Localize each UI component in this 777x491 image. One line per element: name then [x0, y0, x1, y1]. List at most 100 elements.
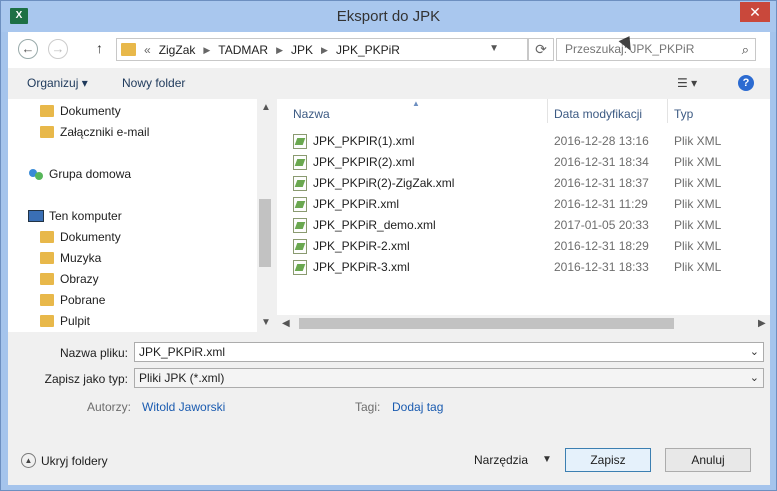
filename-value[interactable]: JPK_PKPiR.xml — [139, 345, 225, 359]
forward-button[interactable]: → — [48, 39, 68, 59]
tree-item-label: Grupa domowa — [49, 167, 132, 181]
file-type: Plik XML — [674, 134, 722, 148]
tree-item-dokumenty-pc[interactable]: Dokumenty — [40, 227, 121, 247]
breadcrumb-zigzak[interactable]: ZigZak — [153, 43, 202, 57]
navigation-pane: Dokumenty Załączniki e-mail Grupa domowa… — [8, 99, 273, 332]
breadcrumb-jpk[interactable]: JPK — [285, 43, 319, 57]
chevron-right-icon[interactable]: ▶ — [274, 43, 285, 57]
tools-button[interactable]: Narzędzia — [474, 453, 528, 467]
filename-label: Nazwa pliku: — [59, 346, 128, 360]
file-name: JPK_PKPiR-3.xml — [313, 260, 410, 274]
file-type: Plik XML — [674, 155, 722, 169]
authors-label: Autorzy: — [87, 400, 132, 414]
breadcrumb-jpk-pkpir[interactable]: JPK_PKPiR — [330, 43, 406, 57]
help-icon[interactable]: ? — [738, 75, 754, 91]
sort-ascending-icon: ▲ — [412, 99, 420, 108]
xml-file-icon — [293, 155, 307, 170]
chevron-down-icon[interactable]: ▼ — [489, 43, 499, 54]
folder-icon — [40, 231, 54, 243]
file-name: JPK_PKPiR(2)-ZigZak.xml — [313, 176, 455, 190]
tree-item-label: Pobrane — [60, 293, 106, 307]
homegroup-icon — [28, 167, 44, 181]
save-button[interactable]: Zapisz — [565, 448, 651, 472]
column-header-date[interactable]: Data modyfikacji — [554, 107, 642, 121]
xml-file-icon — [293, 197, 307, 212]
file-date: 2016-12-28 13:16 — [554, 134, 649, 148]
xml-file-icon — [293, 239, 307, 254]
filename-field[interactable]: JPK_PKPiR.xml ⌄ — [134, 342, 764, 362]
chevron-right-icon[interactable]: ▶ — [319, 43, 330, 57]
filetype-value: Pliki JPK (*.xml) — [139, 371, 225, 385]
file-row[interactable]: JPK_PKPIR(2).xml 2016-12-31 18:34 Plik X… — [293, 152, 763, 173]
scrollbar-thumb[interactable] — [299, 318, 674, 329]
file-row[interactable]: JPK_PKPiR.xml 2016-12-31 11:29 Plik XML — [293, 194, 763, 215]
cancel-button[interactable]: Anuluj — [665, 448, 751, 472]
breadcrumb-prefix[interactable]: « — [142, 43, 153, 57]
refresh-button[interactable]: ⟳ — [528, 38, 554, 61]
close-button[interactable]: ✕ — [740, 2, 770, 22]
scroll-down-icon[interactable]: ▼ — [261, 317, 271, 328]
tree-item-muzyka[interactable]: Muzyka — [40, 248, 101, 268]
file-date: 2016-12-31 11:29 — [554, 197, 648, 211]
scroll-up-icon[interactable]: ▲ — [261, 102, 271, 113]
column-divider[interactable] — [667, 99, 668, 123]
tree-item-dokumenty[interactable]: Dokumenty — [40, 101, 121, 121]
scroll-right-icon[interactable]: ▶ — [758, 318, 766, 329]
tree-item-zalaczniki[interactable]: Załączniki e-mail — [40, 122, 149, 142]
tree-item-obrazy[interactable]: Obrazy — [40, 269, 99, 289]
tree-item-pobrane[interactable]: Pobrane — [40, 290, 105, 310]
chevron-down-icon[interactable]: ⌄ — [750, 369, 759, 387]
folder-icon — [40, 315, 54, 327]
search-icon[interactable]: ⌕ — [742, 42, 749, 58]
address-bar[interactable]: « ZigZak ▶ TADMAR ▶ JPK ▶ JPK_PKPiR ▼ — [116, 38, 528, 61]
search-box[interactable]: ⌕ — [556, 38, 756, 61]
column-header-name[interactable]: Nazwa — [293, 107, 330, 121]
folder-icon — [121, 43, 136, 56]
scroll-left-icon[interactable]: ◀ — [282, 318, 290, 329]
chevron-right-icon[interactable]: ▶ — [201, 43, 212, 57]
file-list-scrollbar[interactable]: ◀ ▶ — [277, 315, 770, 332]
view-options-button[interactable]: ☰ ▾ — [677, 76, 697, 90]
tree-item-ten-komputer[interactable]: Ten komputer — [28, 206, 122, 226]
up-button[interactable]: ↑ — [96, 40, 103, 56]
tags-label: Tagi: — [355, 400, 381, 414]
authors-value[interactable]: Witold Jaworski — [142, 400, 225, 414]
search-input[interactable] — [557, 39, 727, 59]
column-divider[interactable] — [547, 99, 548, 123]
organize-button[interactable]: Organizuj ▾ — [27, 76, 88, 90]
tree-item-label: Załączniki e-mail — [60, 125, 150, 139]
navigation-scrollbar[interactable]: ▲ ▼ — [257, 99, 273, 332]
folder-icon — [40, 126, 54, 138]
scrollbar-thumb[interactable] — [259, 199, 271, 267]
filetype-select[interactable]: Pliki JPK (*.xml) ⌄ — [134, 368, 764, 388]
chevron-up-icon: ▲ — [21, 453, 36, 468]
file-date: 2016-12-31 18:33 — [554, 260, 649, 274]
file-type: Plik XML — [674, 197, 722, 211]
breadcrumb-tadmar[interactable]: TADMAR — [212, 43, 274, 57]
file-type: Plik XML — [674, 239, 722, 253]
chevron-down-icon[interactable]: ⌄ — [750, 343, 759, 361]
chevron-down-icon[interactable]: ▼ — [542, 454, 552, 465]
file-row[interactable]: JPK_PKPIR(1).xml 2016-12-28 13:16 Plik X… — [293, 131, 763, 152]
hide-folders-button[interactable]: ▲ Ukryj foldery — [21, 453, 108, 468]
save-dialog-window: X Eksport do JPK ✕ ← → ↑ « ZigZak ▶ TADM… — [0, 0, 777, 491]
add-tag-link[interactable]: Dodaj tag — [392, 400, 443, 414]
tree-item-label: Ten komputer — [49, 209, 122, 223]
file-name: JPK_PKPIR(1).xml — [313, 134, 415, 148]
column-header-type[interactable]: Typ — [674, 107, 693, 121]
file-row[interactable]: JPK_PKPiR_demo.xml 2017-01-05 20:33 Plik… — [293, 215, 763, 236]
dialog-content: ← → ↑ « ZigZak ▶ TADMAR ▶ JPK ▶ JPK_PKPi… — [8, 32, 770, 485]
file-type: Plik XML — [674, 260, 722, 274]
tree-item-label: Pulpit — [60, 314, 91, 328]
tree-item-grupa-domowa[interactable]: Grupa domowa — [28, 164, 131, 184]
window-title: Eksport do JPK — [336, 8, 441, 25]
file-row[interactable]: JPK_PKPiR-3.xml 2016-12-31 18:33 Plik XM… — [293, 257, 763, 278]
file-row[interactable]: JPK_PKPiR-2.xml 2016-12-31 18:29 Plik XM… — [293, 236, 763, 257]
new-folder-button[interactable]: Nowy folder — [122, 76, 185, 90]
file-name: JPK_PKPiR_demo.xml — [313, 218, 436, 232]
title-bar: X Eksport do JPK ✕ — [1, 1, 776, 32]
folder-icon — [40, 294, 54, 306]
tree-item-pulpit[interactable]: Pulpit — [40, 311, 90, 331]
file-row[interactable]: JPK_PKPiR(2)-ZigZak.xml 2016-12-31 18:37… — [293, 173, 763, 194]
back-button[interactable]: ← — [18, 39, 38, 59]
